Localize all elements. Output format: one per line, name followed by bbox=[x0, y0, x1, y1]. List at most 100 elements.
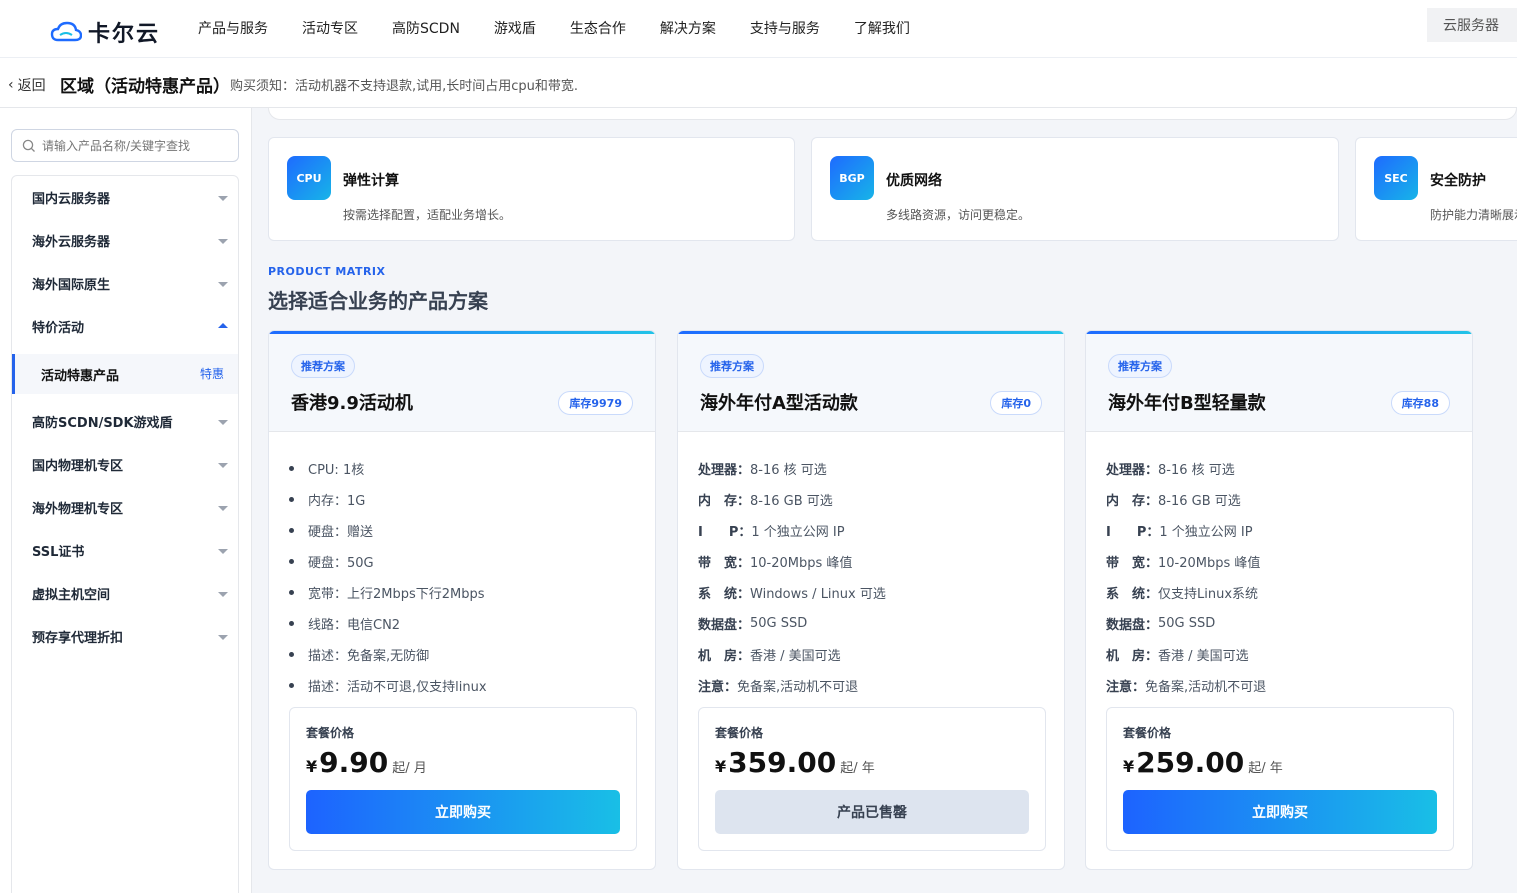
menu-domestic-physical[interactable]: 国内物理机专区 bbox=[12, 443, 238, 486]
spec-item: 内 存： 8-16 GB 可选 bbox=[1106, 484, 1446, 515]
submenu-activity-products[interactable]: 活动特惠产品 特惠 bbox=[12, 354, 238, 394]
product-name: 海外年付B型轻量款 bbox=[1108, 393, 1266, 414]
spec-item: 处理器： 8-16 核 可选 bbox=[698, 453, 1038, 484]
sidebar: 国内云服务器 海外云服务器 海外国际原生 特价活动 活动特惠产品 特惠 高防SC… bbox=[0, 108, 252, 893]
buy-now-button[interactable]: 立即购买 bbox=[306, 790, 620, 834]
spec-value: 1 个独立公网 IP bbox=[1159, 525, 1253, 540]
spec-key: 机 房： bbox=[1106, 649, 1159, 664]
nav-ecosystem[interactable]: 生态合作 bbox=[570, 18, 626, 38]
nav-products[interactable]: 产品与服务 bbox=[198, 18, 268, 38]
spec-value: 10-20Mbps 峰值 bbox=[750, 556, 853, 571]
recommend-badge: 推荐方案 bbox=[1108, 354, 1172, 378]
bullet bbox=[289, 497, 294, 502]
menu-domestic-cloud[interactable]: 国内云服务器 bbox=[12, 176, 238, 219]
spec-text: CPU: 1核 bbox=[308, 463, 365, 478]
feature-title: 优质网络 bbox=[886, 173, 942, 189]
cpu-icon: CPU bbox=[287, 156, 331, 200]
spec-key: 内 存： bbox=[1106, 494, 1159, 509]
spec-key: 数据盘： bbox=[698, 618, 751, 633]
nav-solutions[interactable]: 解决方案 bbox=[660, 18, 716, 38]
nav-about[interactable]: 了解我们 bbox=[854, 18, 910, 38]
menu-overseas-native[interactable]: 海外国际原生 bbox=[12, 262, 238, 305]
menu-label: 海外云服务器 bbox=[32, 235, 111, 250]
spec-item: 内存：1G bbox=[289, 484, 629, 515]
menu-label: 海外物理机专区 bbox=[32, 502, 124, 517]
section-eyebrow: PRODUCT MATRIX bbox=[268, 265, 386, 278]
spec-item: 带 宽： 10-20Mbps 峰值 bbox=[1106, 546, 1446, 577]
recommend-badge: 推荐方案 bbox=[291, 354, 355, 378]
bullet bbox=[289, 590, 294, 595]
menu-ssl[interactable]: SSL证书 bbox=[12, 529, 238, 572]
spec-item: CPU: 1核 bbox=[289, 453, 629, 484]
cloud-server-button[interactable]: 云服务器 bbox=[1427, 8, 1517, 42]
menu-label: 国内云服务器 bbox=[32, 192, 111, 207]
back-button[interactable]: ‹ 返回 bbox=[8, 75, 46, 95]
spec-item: 内 存： 8-16 GB 可选 bbox=[698, 484, 1038, 515]
feature-card-compute: CPU 弹性计算 按需选择配置，适配业务增长。 bbox=[268, 137, 795, 241]
menu-label: SSL证书 bbox=[32, 545, 85, 560]
card-header: 推荐方案 海外年付A型活动款 库存0 bbox=[678, 334, 1064, 432]
nav-scdn[interactable]: 高防SCDN bbox=[392, 18, 460, 38]
sold-out-button[interactable]: 产品已售罄 bbox=[715, 790, 1029, 834]
product-name: 香港9.9活动机 bbox=[291, 393, 413, 414]
chevron-down-icon bbox=[218, 463, 228, 468]
product-name: 海外年付A型活动款 bbox=[700, 393, 858, 414]
spec-text: 宽带：上行2Mbps下行2Mbps bbox=[308, 587, 485, 602]
spec-key: I P： bbox=[1106, 525, 1160, 540]
spec-text: 线路：电信CN2 bbox=[308, 618, 401, 633]
menu-special-offers[interactable]: 特价活动 bbox=[12, 305, 238, 348]
menu-overseas-cloud[interactable]: 海外云服务器 bbox=[12, 219, 238, 262]
price-box: 套餐价格 ¥ 9.90 起/ 月 立即购买 bbox=[289, 707, 637, 851]
banner-bottom-edge bbox=[268, 108, 1517, 120]
spec-value: 免备案,活动机不可退 bbox=[737, 680, 859, 695]
price-box: 套餐价格 ¥ 259.00 起/ 年 立即购买 bbox=[1106, 707, 1454, 851]
nav-activities[interactable]: 活动专区 bbox=[302, 18, 358, 38]
spec-value: 50G SSD bbox=[1158, 616, 1216, 631]
spec-value: 8-16 核 可选 bbox=[1158, 463, 1235, 478]
spec-key: 系 统： bbox=[1106, 587, 1159, 602]
spec-text: 描述：活动不可退,仅支持linux bbox=[308, 680, 487, 695]
stock-badge: 库存88 bbox=[1390, 391, 1450, 415]
price-value: 359.00 bbox=[728, 746, 837, 779]
spec-key: 数据盘： bbox=[1106, 618, 1159, 633]
chevron-up-icon bbox=[218, 323, 228, 328]
currency-symbol: ¥ bbox=[715, 757, 727, 776]
product-card-hk: 推荐方案 香港9.9活动机 库存9979 CPU: 1核 内存：1G 硬盘：赠送… bbox=[268, 330, 656, 870]
price-row: ¥ 259.00 起/ 年 bbox=[1123, 746, 1283, 779]
product-card-overseas-a: 推荐方案 海外年付A型活动款 库存0 处理器： 8-16 核 可选 内 存： 8-1… bbox=[677, 330, 1065, 870]
spec-item: 宽带：上行2Mbps下行2Mbps bbox=[289, 577, 629, 608]
chevron-left-icon: ‹ bbox=[8, 77, 14, 93]
menu-label: 预存享代理折扣 bbox=[32, 631, 124, 646]
spec-key: 机 房： bbox=[698, 649, 751, 664]
spec-key: 内 存： bbox=[698, 494, 751, 509]
spec-text: 描述：免备案,无防御 bbox=[308, 649, 430, 664]
submenu-label: 活动特惠产品 bbox=[41, 368, 120, 384]
menu-label: 海外国际原生 bbox=[32, 278, 111, 293]
chevron-down-icon bbox=[218, 635, 228, 640]
spec-value: 香港 / 美国可选 bbox=[750, 649, 841, 664]
search-input[interactable] bbox=[42, 138, 222, 153]
menu-overseas-physical[interactable]: 海外物理机专区 bbox=[12, 486, 238, 529]
spec-key: 注意： bbox=[698, 680, 738, 695]
menu-prepaid-discount[interactable]: 预存享代理折扣 bbox=[12, 615, 238, 658]
menu-scdn-game-shield[interactable]: 高防SCDN/SDK游戏盾 bbox=[12, 400, 238, 443]
card-header: 推荐方案 香港9.9活动机 库存9979 bbox=[269, 334, 655, 432]
buy-now-button[interactable]: 立即购买 bbox=[1123, 790, 1437, 834]
menu-label: 国内物理机专区 bbox=[32, 459, 124, 474]
nav-support[interactable]: 支持与服务 bbox=[750, 18, 820, 38]
nav-game-shield[interactable]: 游戏盾 bbox=[494, 18, 536, 38]
bullet bbox=[289, 652, 294, 657]
spec-value: 10-20Mbps 峰值 bbox=[1158, 556, 1261, 571]
menu-label: 高防SCDN/SDK游戏盾 bbox=[32, 416, 173, 431]
category-menu: 国内云服务器 海外云服务器 海外国际原生 特价活动 活动特惠产品 特惠 高防SC… bbox=[11, 175, 239, 893]
menu-label: 特价活动 bbox=[32, 321, 85, 336]
bullet bbox=[289, 621, 294, 626]
spec-text: 硬盘：赠送 bbox=[308, 525, 374, 540]
menu-virtual-host[interactable]: 虚拟主机空间 bbox=[12, 572, 238, 615]
brand-logo[interactable]: 卡尔云 bbox=[50, 16, 160, 48]
product-search[interactable] bbox=[11, 129, 239, 162]
price-row: ¥ 359.00 起/ 年 bbox=[715, 746, 875, 779]
security-icon: SEC bbox=[1374, 156, 1418, 200]
stock-badge: 库存9979 bbox=[558, 391, 633, 415]
spec-key: 处理器： bbox=[698, 463, 751, 478]
